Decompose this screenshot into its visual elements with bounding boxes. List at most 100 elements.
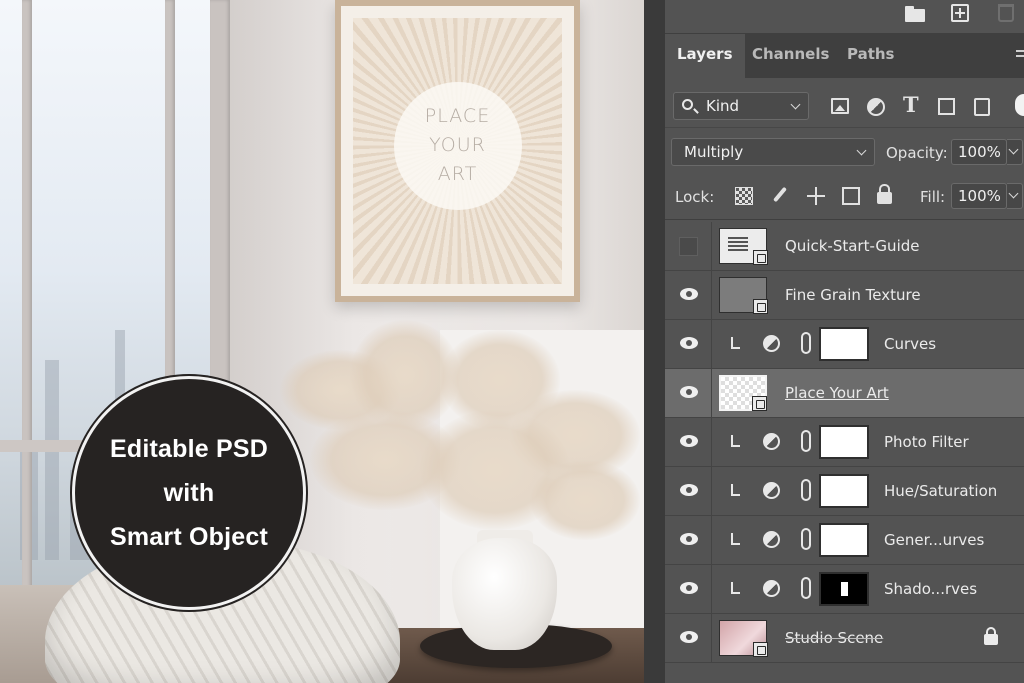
chevron-down-icon <box>790 99 801 110</box>
lock-image-pixels-icon[interactable] <box>771 187 789 205</box>
frame-text-line-3: ART <box>437 163 478 186</box>
layer-row[interactable]: Gener...urves <box>665 516 1024 565</box>
badge-line-3: Smart Object <box>109 523 268 551</box>
trash-icon[interactable] <box>998 4 1014 22</box>
layer-row-selected[interactable]: Place Your Art <box>665 369 1024 418</box>
tab-paths[interactable]: Paths <box>835 34 907 78</box>
layer-row[interactable]: Fine Grain Texture <box>665 271 1024 320</box>
layer-thumbnail <box>719 277 768 314</box>
art-frame: PLACE YOUR ART <box>335 0 580 302</box>
search-icon <box>682 99 693 110</box>
new-group-icon[interactable] <box>905 4 927 22</box>
tab-channels[interactable]: Channels <box>740 34 841 78</box>
link-icon[interactable] <box>801 332 811 354</box>
clipping-mask-icon <box>731 484 740 496</box>
badge-line-2: with <box>163 479 215 507</box>
clipping-mask-icon <box>731 337 740 349</box>
filter-shape-layer-icon[interactable] <box>938 98 955 115</box>
layer-mask-thumbnail[interactable] <box>819 523 869 557</box>
visibility-toggle[interactable] <box>679 237 698 256</box>
layer-name: Hue/Saturation <box>884 482 998 500</box>
placeholder-circle: PLACE YOUR ART <box>393 81 522 210</box>
lock-position-icon[interactable] <box>807 187 825 205</box>
panel-toolbar <box>665 0 1024 34</box>
eye-icon[interactable] <box>680 484 698 496</box>
pampas-grass <box>270 320 644 560</box>
opacity-input[interactable]: 100% <box>951 139 1007 165</box>
fill-dropdown[interactable] <box>1007 183 1023 209</box>
layer-row[interactable]: Quick-Start-Guide <box>665 222 1024 271</box>
panel-menu-icon[interactable] <box>1016 46 1024 66</box>
fill-label: Fill: <box>920 188 946 206</box>
layer-name: Studio Scene <box>785 629 884 647</box>
eye-icon[interactable] <box>680 533 698 545</box>
layer-name: Quick-Start-Guide <box>785 237 920 255</box>
layer-mask-thumbnail[interactable] <box>819 474 869 508</box>
art-print: PLACE YOUR ART <box>353 18 562 284</box>
layer-mask-thumbnail[interactable] <box>819 327 869 361</box>
smart-object-icon <box>752 396 767 411</box>
layer-list: Quick-Start-Guide Fine Grain Texture Cur… <box>665 222 1024 663</box>
feature-badge: Editable PSD with Smart Object <box>72 376 306 610</box>
link-icon[interactable] <box>801 528 811 550</box>
clipping-mask-icon <box>731 533 740 545</box>
layer-thumbnail <box>719 620 768 657</box>
frame-text-line-2: YOUR <box>429 134 486 157</box>
eye-icon[interactable] <box>680 435 698 447</box>
layer-row[interactable]: Photo Filter <box>665 418 1024 467</box>
layer-name: Fine Grain Texture <box>785 286 921 304</box>
layer-name: Gener...urves <box>884 531 985 549</box>
blend-mode-select[interactable]: Multiply <box>671 138 875 166</box>
opacity-dropdown[interactable] <box>1007 139 1023 165</box>
adjustment-layer-icon <box>763 433 780 450</box>
layer-name: Place Your Art <box>785 384 889 402</box>
filter-type-layer-icon[interactable]: T <box>903 92 921 117</box>
layer-thumbnail <box>719 375 767 411</box>
link-icon[interactable] <box>801 479 811 501</box>
filter-toggle-icon[interactable] <box>1015 94 1024 116</box>
layer-name: Curves <box>884 335 937 353</box>
mockup-photo: PLACE YOUR ART Editable PSD with Smart O… <box>0 0 644 683</box>
layer-name: Shado...rves <box>884 580 978 598</box>
lock-all-icon[interactable] <box>877 184 892 204</box>
lock-icon <box>984 627 998 645</box>
link-icon[interactable] <box>801 430 811 452</box>
layer-mask-thumbnail[interactable] <box>819 425 869 459</box>
blend-row: Multiply Opacity: 100% <box>665 128 1024 174</box>
clipping-mask-icon <box>731 582 740 594</box>
layer-row[interactable]: Studio Scene <box>665 614 1024 663</box>
layer-filter-row: Kind T <box>665 78 1024 128</box>
lock-transparent-pixels-icon[interactable] <box>735 187 753 205</box>
blend-mode-value: Multiply <box>684 143 744 161</box>
new-layer-icon[interactable] <box>951 4 969 22</box>
eye-icon[interactable] <box>680 288 698 300</box>
tab-layers[interactable]: Layers <box>665 34 745 78</box>
adjustment-layer-icon <box>763 531 780 548</box>
adjustment-layer-icon <box>763 580 780 597</box>
lock-artboard-icon[interactable] <box>842 187 860 205</box>
eye-icon[interactable] <box>680 582 698 594</box>
filter-adjustment-layer-icon[interactable] <box>867 98 885 116</box>
link-icon[interactable] <box>801 577 811 599</box>
layer-row[interactable]: Curves <box>665 320 1024 369</box>
eye-icon[interactable] <box>680 631 698 643</box>
eye-icon[interactable] <box>680 337 698 349</box>
filter-smart-object-icon[interactable] <box>974 98 990 116</box>
smart-object-icon <box>753 642 768 657</box>
lock-label: Lock: <box>675 188 715 206</box>
lock-row: Lock: Fill: 100% <box>665 174 1024 220</box>
frame-text-line-1: PLACE <box>424 105 491 128</box>
layer-row[interactable]: Hue/Saturation <box>665 467 1024 516</box>
layer-row[interactable]: Shado...rves <box>665 565 1024 614</box>
filter-kind-select[interactable]: Kind <box>673 92 809 120</box>
layer-thumbnail <box>719 228 768 265</box>
adjustment-layer-icon <box>763 335 780 352</box>
fill-input[interactable]: 100% <box>951 183 1007 209</box>
vase <box>452 538 557 650</box>
layer-mask-thumbnail[interactable] <box>819 572 869 606</box>
filter-pixel-layer-icon[interactable] <box>831 98 849 114</box>
layer-name: Photo Filter <box>884 433 969 451</box>
eye-icon[interactable] <box>680 386 698 398</box>
panel-tabs: Layers Channels Paths <box>665 34 1024 78</box>
clipping-mask-icon <box>731 435 740 447</box>
